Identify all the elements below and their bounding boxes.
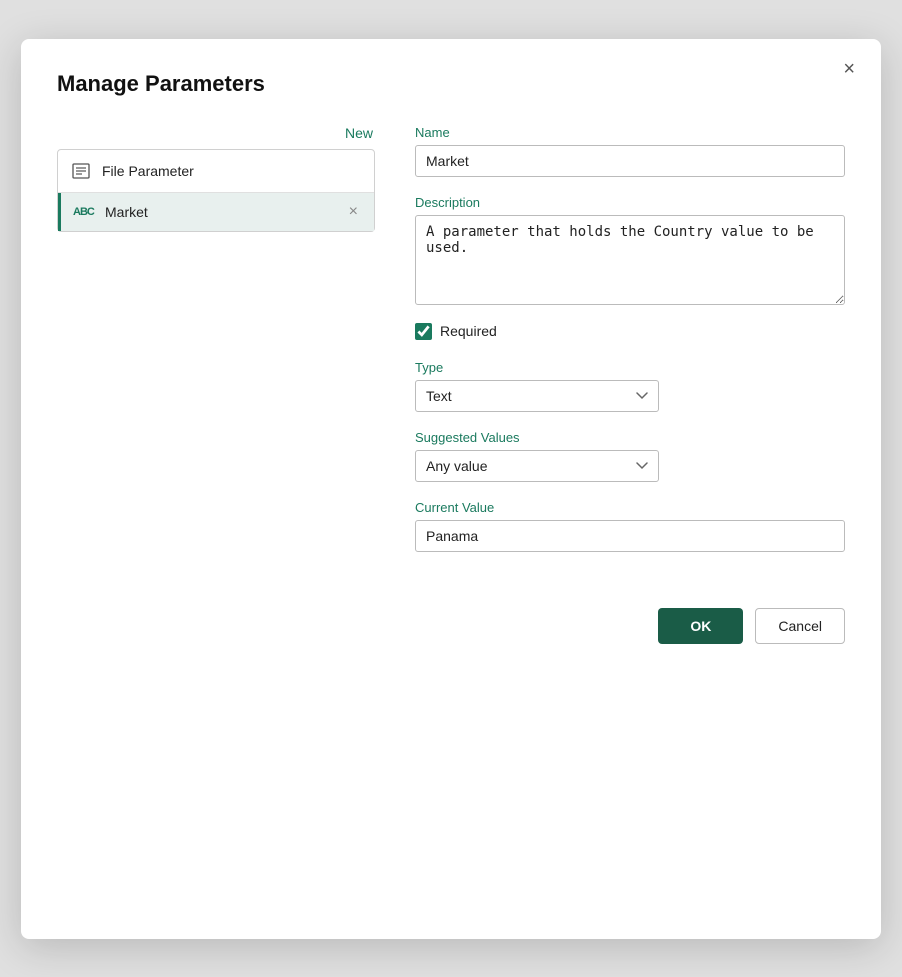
list-item[interactable]: File Parameter — [58, 150, 374, 193]
current-value-label: Current Value — [415, 500, 845, 515]
type-select[interactable]: Text Number Date/Time Date Time True/Fal… — [415, 380, 659, 412]
market-list-item[interactable]: ABC Market × — [58, 193, 374, 231]
dialog-title: Manage Parameters — [57, 71, 845, 97]
new-link[interactable]: New — [345, 125, 373, 141]
current-value-input[interactable] — [415, 520, 845, 552]
file-parameter-icon — [70, 160, 92, 182]
dialog-footer: OK Cancel — [415, 592, 845, 644]
close-button[interactable]: × — [837, 55, 861, 83]
name-input[interactable] — [415, 145, 845, 177]
delete-market-button[interactable]: × — [345, 202, 362, 222]
required-row: Required — [415, 323, 845, 340]
file-parameter-label: File Parameter — [102, 163, 362, 179]
required-checkbox[interactable] — [415, 323, 432, 340]
suggested-values-select[interactable]: Any value List of values Query — [415, 450, 659, 482]
content-area: New File Parameter — [57, 125, 845, 911]
parameters-list: File Parameter ABC Market × — [57, 149, 375, 232]
type-label: Type — [415, 360, 845, 375]
market-type-icon: ABC — [73, 206, 95, 218]
description-label: Description — [415, 195, 845, 210]
ok-button[interactable]: OK — [658, 608, 743, 644]
cancel-button[interactable]: Cancel — [755, 608, 845, 644]
manage-parameters-dialog: × Manage Parameters New — [21, 39, 881, 939]
parameter-form: Name Description A parameter that holds … — [375, 125, 845, 911]
required-label: Required — [440, 323, 497, 339]
description-input[interactable]: A parameter that holds the Country value… — [415, 215, 845, 305]
suggested-values-label: Suggested Values — [415, 430, 845, 445]
market-label: Market — [105, 204, 335, 220]
name-label: Name — [415, 125, 845, 140]
